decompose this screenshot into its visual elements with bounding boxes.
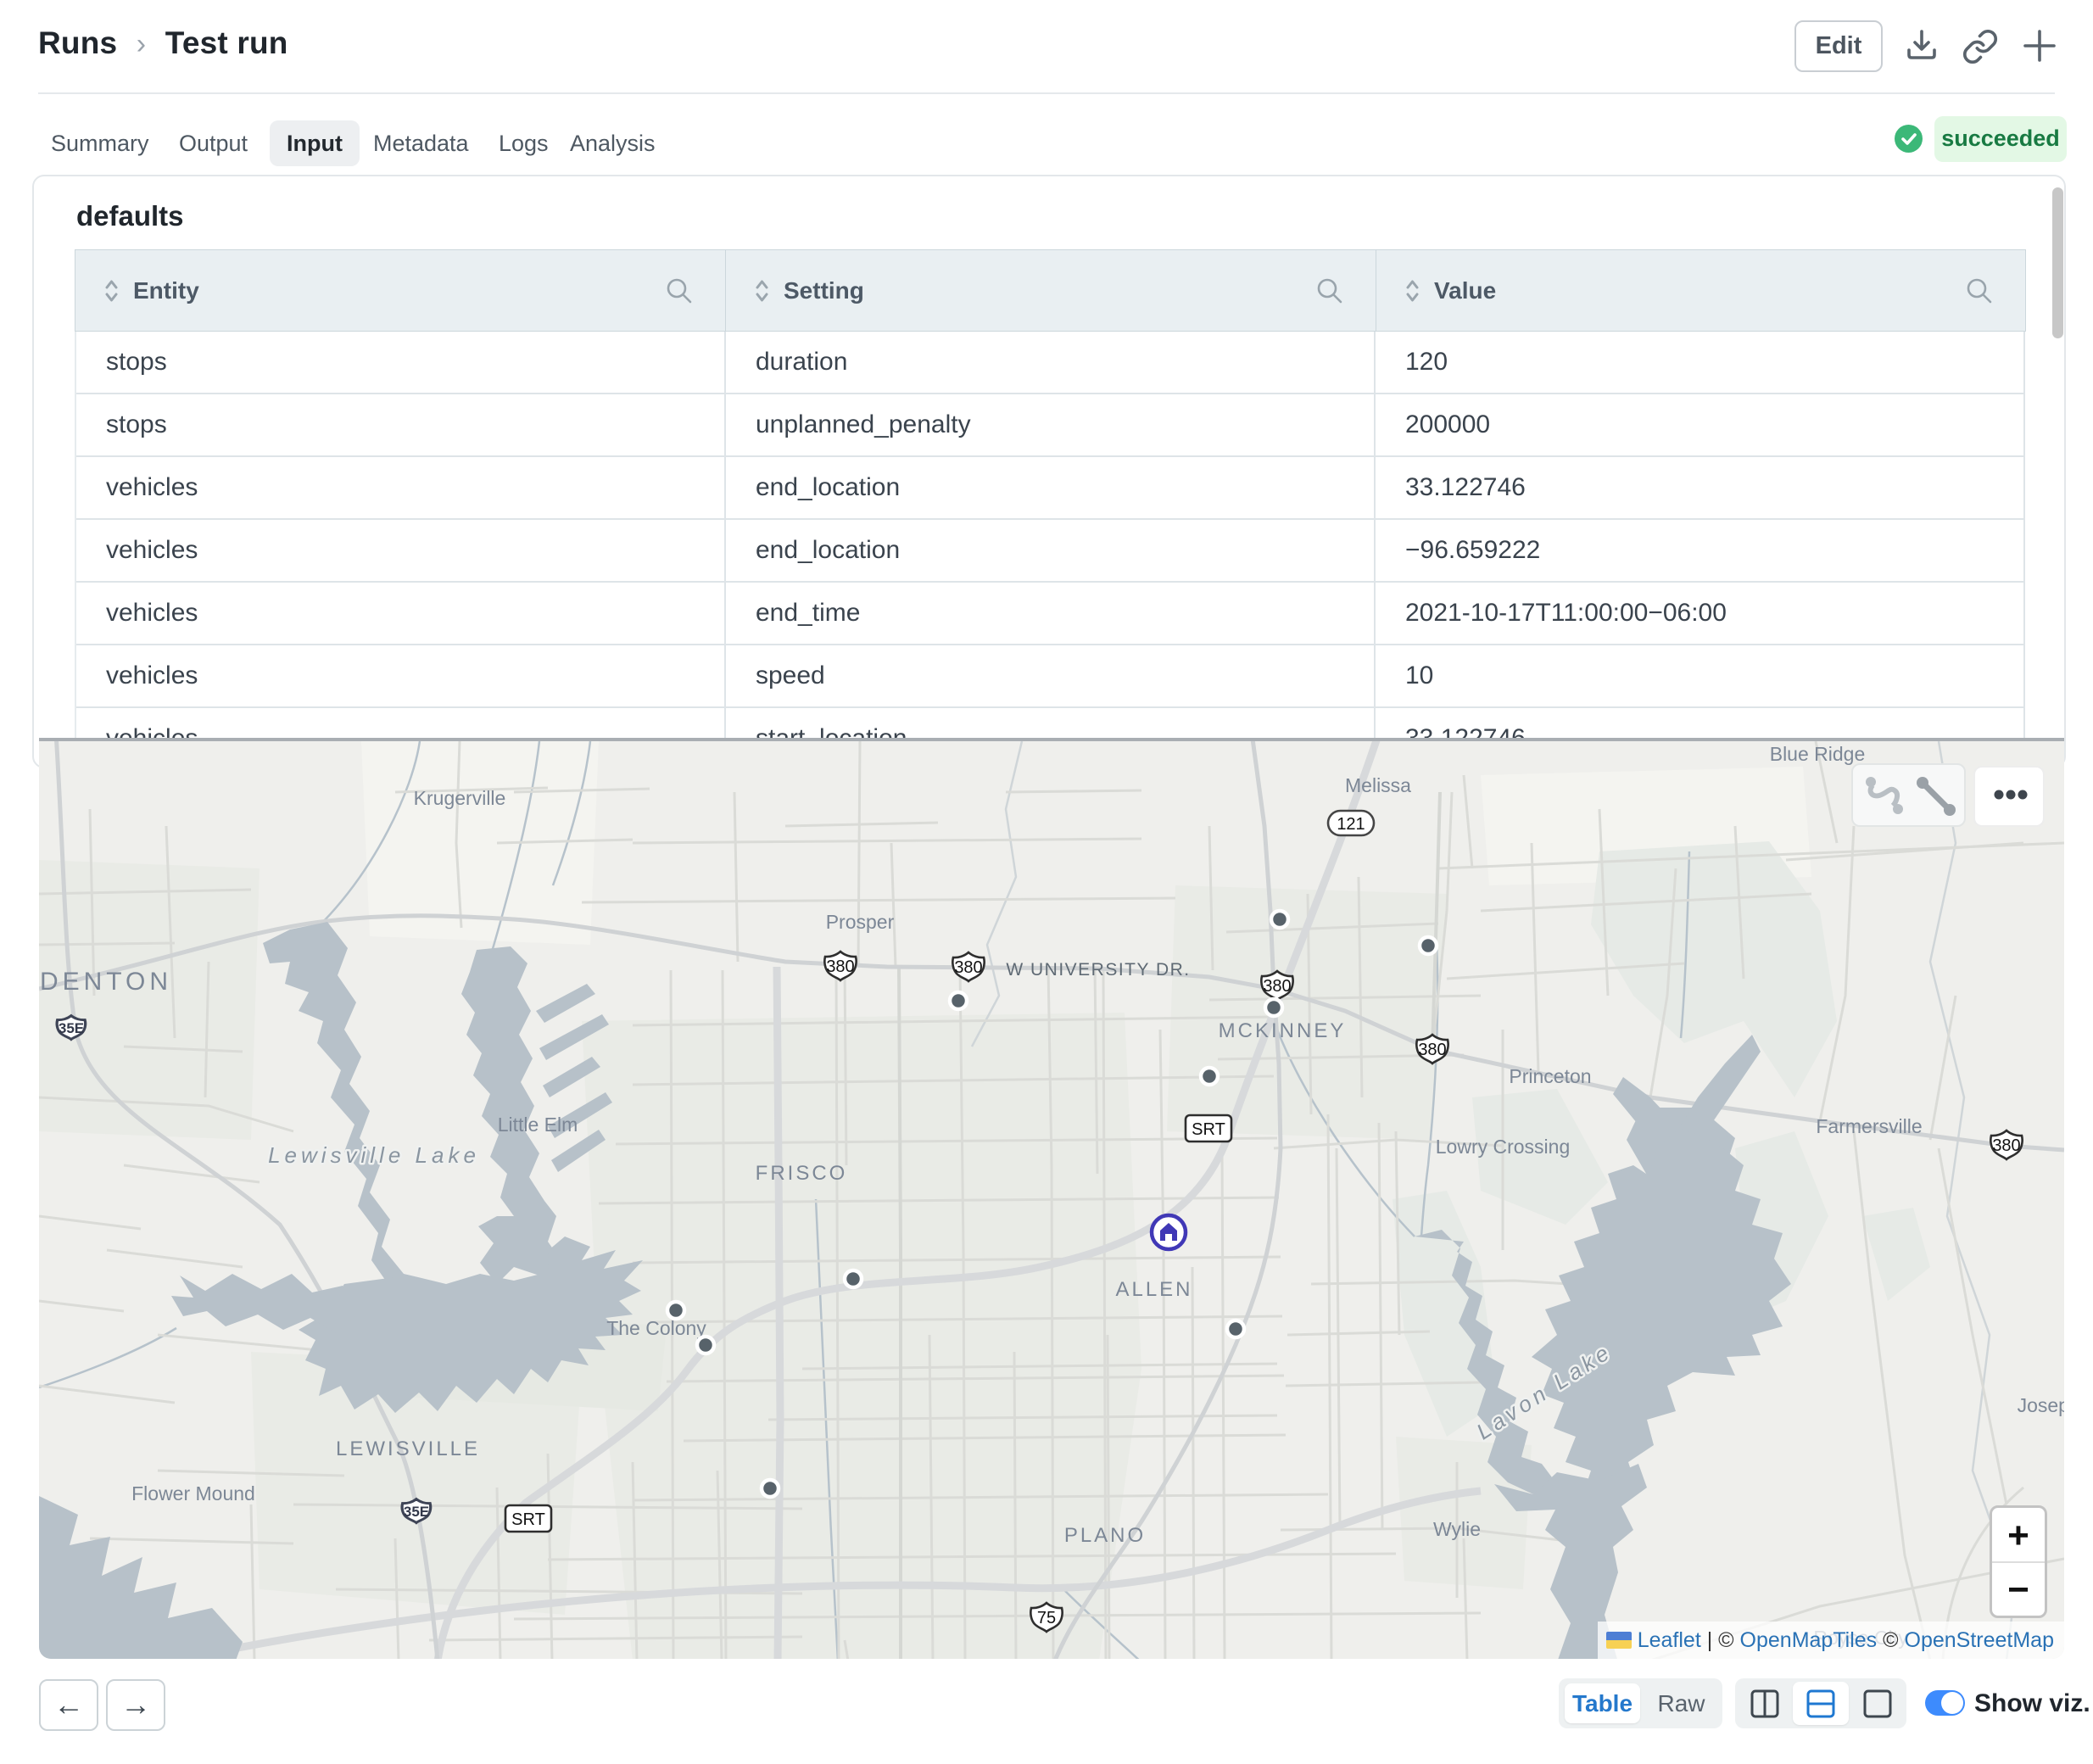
svg-text:Melissa: Melissa <box>1345 774 1411 796</box>
svg-text:380: 380 <box>1263 977 1291 996</box>
svg-text:LEWISVILLE: LEWISVILLE <box>336 1437 480 1460</box>
svg-text:Josephine: Josephine <box>2018 1394 2064 1416</box>
svg-text:SRT: SRT <box>1192 1120 1225 1139</box>
svg-text:Blue Ridge: Blue Ridge <box>1770 743 1866 765</box>
svg-text:Krugerville: Krugerville <box>414 787 506 809</box>
svg-text:380: 380 <box>1992 1136 2020 1155</box>
svg-text:Lewisville Lake: Lewisville Lake <box>268 1142 480 1168</box>
svg-text:Wylie: Wylie <box>1433 1518 1481 1540</box>
svg-text:Princeton: Princeton <box>1509 1065 1591 1087</box>
svg-text:75: 75 <box>1037 1609 1056 1627</box>
svg-text:The Colony: The Colony <box>606 1317 706 1339</box>
svg-text:ALLEN: ALLEN <box>1115 1278 1192 1301</box>
svg-text:35E: 35E <box>59 1020 84 1036</box>
svg-text:35E: 35E <box>404 1504 429 1520</box>
svg-text:380: 380 <box>826 957 854 976</box>
svg-text:W UNIVERSITY DR.: W UNIVERSITY DR. <box>1006 960 1190 980</box>
svg-text:DENTON: DENTON <box>40 968 172 996</box>
svg-text:Flower Mound: Flower Mound <box>131 1482 255 1504</box>
svg-text:Prosper: Prosper <box>826 911 895 933</box>
svg-text:380: 380 <box>1418 1041 1446 1059</box>
svg-text:Lowry Crossing: Lowry Crossing <box>1436 1136 1571 1158</box>
svg-text:380: 380 <box>954 958 982 977</box>
svg-text:121: 121 <box>1337 815 1365 834</box>
svg-text:Farmersville: Farmersville <box>1816 1115 1922 1137</box>
svg-text:Little Elm: Little Elm <box>498 1114 578 1136</box>
svg-text:FRISCO: FRISCO <box>756 1162 848 1185</box>
svg-text:MCKINNEY: MCKINNEY <box>1219 1019 1347 1042</box>
svg-text:PLANO: PLANO <box>1064 1524 1146 1547</box>
svg-text:SRT: SRT <box>511 1510 545 1529</box>
